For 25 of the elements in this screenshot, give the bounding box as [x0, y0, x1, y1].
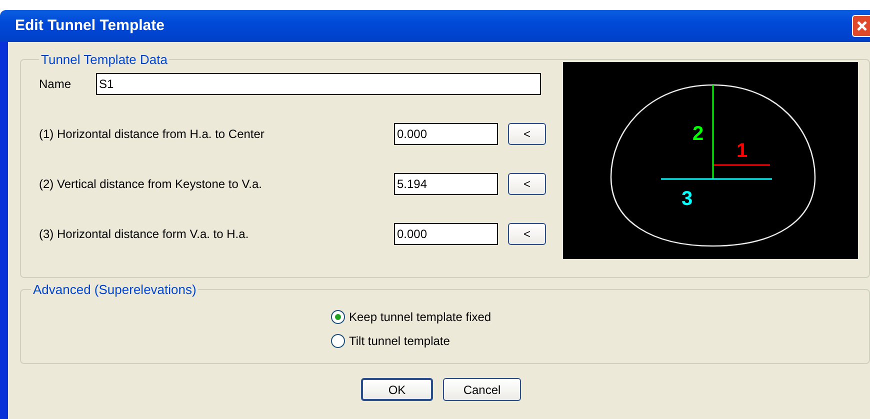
- name-label: Name: [39, 76, 72, 92]
- distance-label: (3) Horizontal distance form V.a. to H.a.: [39, 226, 250, 242]
- radio-option[interactable]: Keep tunnel template fixed: [331, 308, 492, 326]
- pick-button[interactable]: <: [508, 172, 546, 194]
- dialog-button[interactable]: OK: [361, 378, 433, 401]
- distance-input[interactable]: 5.194: [394, 172, 498, 194]
- dimension-label: 3: [681, 188, 693, 210]
- pick-button[interactable]: <: [508, 122, 546, 144]
- distance-label: (2) Vertical distance from Keystone to V.a.: [39, 176, 264, 192]
- radio-option[interactable]: Tilt tunnel template: [331, 332, 450, 350]
- dimension-label: 1: [736, 140, 748, 162]
- distance-input[interactable]: 0.000: [394, 222, 498, 244]
- close-button[interactable]: [852, 15, 870, 37]
- radio-button[interactable]: [331, 334, 345, 348]
- name-input[interactable]: S1: [96, 72, 541, 94]
- close-icon: [856, 20, 868, 32]
- group-title: Tunnel Template Data: [40, 51, 168, 69]
- window-title: Edit Tunnel Template: [15, 16, 164, 36]
- radio-button[interactable]: [331, 310, 345, 324]
- pick-button[interactable]: <: [508, 222, 546, 244]
- distance-input[interactable]: 0.000: [394, 122, 498, 144]
- group-title: Advanced (Superelevations): [32, 281, 198, 299]
- dimension-label: 2: [692, 122, 704, 144]
- dialog-button[interactable]: Cancel: [443, 378, 521, 401]
- distance-label: (1) Horizontal distance from H.a. to Center: [39, 126, 266, 142]
